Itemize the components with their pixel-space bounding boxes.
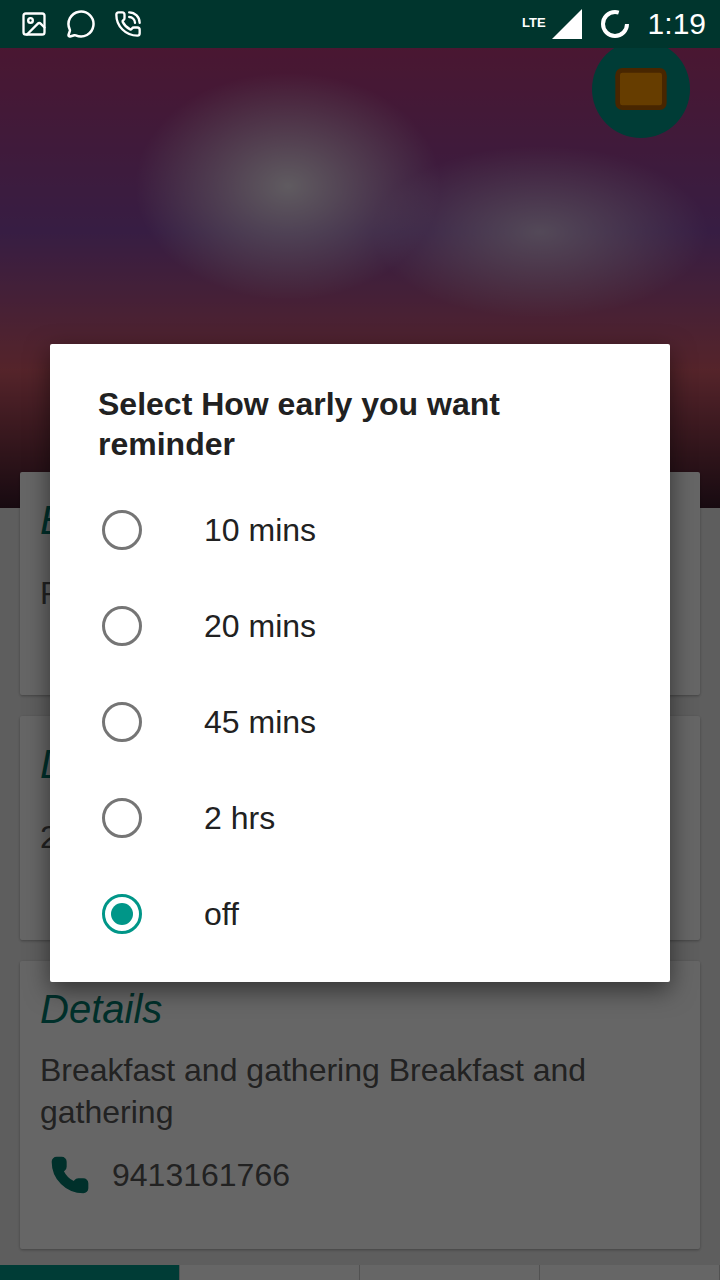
radio-button[interactable] (102, 894, 142, 934)
call-message-icon (114, 10, 142, 38)
whatsapp-icon (66, 9, 96, 39)
network-label: LTE (522, 15, 546, 30)
clock: 1:19 (648, 7, 706, 41)
radio-dot (111, 903, 133, 925)
radio-button[interactable] (102, 510, 142, 550)
loading-icon (600, 9, 630, 39)
reminder-option[interactable]: 45 mins (50, 674, 670, 770)
event-screen: LTE1:19EPD2DetailsBreakfast and gatherin… (0, 0, 720, 1280)
reminder-option[interactable]: off (50, 866, 670, 962)
radio-button[interactable] (102, 702, 142, 742)
option-label: 45 mins (204, 704, 316, 741)
signal-icon (552, 9, 582, 39)
reminder-option[interactable]: 2 hrs (50, 770, 670, 866)
option-label: 10 mins (204, 512, 316, 549)
gallery-icon (20, 10, 48, 38)
option-label: 20 mins (204, 608, 316, 645)
option-label: off (204, 896, 239, 933)
reminder-dialog: Select How early you want reminder 10 min… (50, 344, 670, 982)
option-label: 2 hrs (204, 800, 275, 837)
reminder-option[interactable]: 20 mins (50, 578, 670, 674)
reminder-option[interactable]: 10 mins (50, 482, 670, 578)
radio-button[interactable] (102, 606, 142, 646)
radio-button[interactable] (102, 798, 142, 838)
dialog-title: Select How early you want reminder (50, 384, 670, 464)
status-bar: LTE 1:19 (0, 0, 720, 48)
